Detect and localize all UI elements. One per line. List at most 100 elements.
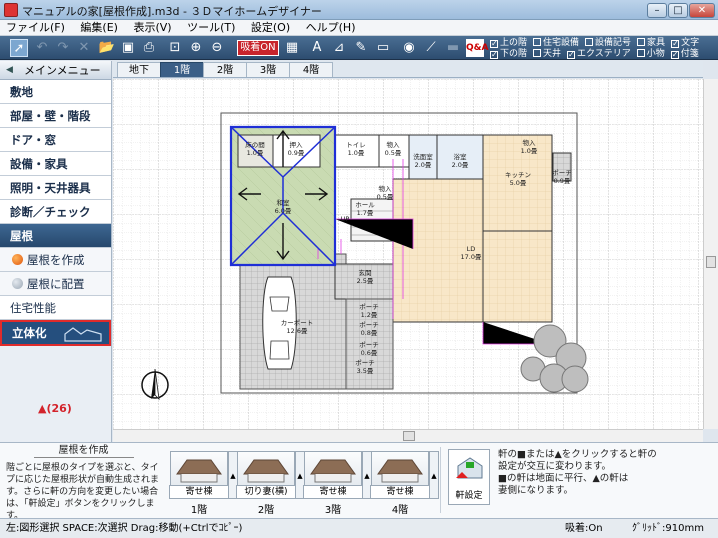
menu-view[interactable]: 表示(V)	[127, 20, 177, 36]
main-menu-header[interactable]: ◀ メインメニュー	[0, 61, 111, 80]
checkbox-box[interactable]: ✓	[490, 40, 498, 48]
tab-2f[interactable]: 2階	[203, 62, 247, 77]
dimension-icon[interactable]: ⊿	[330, 39, 348, 57]
sidebar-item-place-on-roof[interactable]: 屋根に配置	[0, 272, 111, 296]
fit-view-icon[interactable]: ⊡	[166, 39, 184, 57]
layer-icon[interactable]: ▬	[444, 39, 462, 57]
save-icon[interactable]: ▣	[119, 39, 137, 57]
sidebar-item-doors-windows[interactable]: ドア・窓	[0, 128, 111, 152]
room-area: 1.0畳	[521, 147, 538, 155]
menu-file[interactable]: ファイル(F)	[0, 20, 71, 36]
collapse-arrow-icon[interactable]: ◀	[6, 61, 13, 80]
sidebar-item-roof[interactable]: 屋根	[0, 224, 111, 248]
sidebar-item-equipment-furniture[interactable]: 設備・家具	[0, 152, 111, 176]
sidebar-item-lighting[interactable]: 照明・天井器具	[0, 176, 111, 200]
sidebar-item-housing-performance[interactable]: 住宅性能	[0, 296, 111, 320]
option-checkbox[interactable]: ✓ 文字	[671, 38, 699, 48]
checkbox-box[interactable]	[637, 38, 646, 46]
option-label: 文字	[681, 38, 700, 48]
tab-4f[interactable]: 4階	[289, 62, 333, 77]
room-area: 17.0畳	[461, 253, 482, 261]
room-area: 2.0畳	[452, 161, 469, 169]
zoom-out-icon[interactable]: ⊖	[208, 39, 226, 57]
grid-icon[interactable]: ▦	[283, 39, 301, 57]
vertical-scroll-thumb[interactable]	[706, 256, 716, 268]
maximize-button[interactable]: □	[668, 3, 688, 18]
checkbox-box[interactable]	[533, 38, 542, 46]
floor-plan-canvas[interactable]: 床の間 1.0畳 押入 0.9畳 和室 6.0畳 トイレ 1.0畳 物入 0.5畳 洗面室…	[113, 79, 703, 429]
checkbox-box[interactable]	[585, 38, 594, 46]
status-hint: 左:図形選択 SPACE:次選択 Drag:移動(+Ctrlでｺﾋﾟｰ)	[6, 523, 243, 534]
room-area: 2.5畳	[357, 277, 374, 285]
option-label: 付箋	[680, 49, 699, 59]
room-area: 1.0畳	[348, 149, 365, 157]
checkbox-box[interactable]: ✓	[670, 51, 679, 59]
horizontal-scroll-thumb[interactable]	[403, 431, 415, 441]
close-button[interactable]: ✕	[689, 3, 715, 18]
checkbox-box[interactable]: ✓	[671, 40, 680, 48]
vertical-scrollbar[interactable]	[703, 79, 718, 429]
select-arrow-icon[interactable]: ➚	[10, 39, 28, 57]
roof-type-label: 寄せ棟	[303, 485, 363, 499]
stairs-up-label: UP	[341, 215, 350, 223]
qa-icon[interactable]: Q&A	[466, 39, 488, 57]
floor-plan[interactable]: 床の間1.0畳 押入0.9畳 和室6.0畳 トイレ1.0畳 物入0.5畳 洗面室…	[113, 79, 703, 429]
sidebar-item-site[interactable]: 敷地	[0, 80, 111, 104]
eaves-button-label: 軒設定	[455, 491, 483, 501]
minimize-button[interactable]: –	[647, 3, 667, 18]
option-checkbox[interactable]: ✓ 上の階	[490, 38, 527, 48]
room-label: カーポート	[281, 319, 314, 327]
house-outline-icon	[64, 327, 102, 342]
option-checkbox[interactable]: 小物	[636, 49, 665, 59]
roof-type-dropdown-icon[interactable]: ▲	[429, 451, 439, 499]
measure-icon[interactable]: ⟋	[422, 39, 440, 57]
menu-settings[interactable]: 設定(O)	[245, 20, 296, 36]
text-icon[interactable]: A	[308, 39, 326, 57]
option-checkbox[interactable]: 天井	[533, 49, 561, 59]
tab-basement[interactable]: 地下	[117, 62, 161, 77]
sidebar-item-rooms-walls-stairs[interactable]: 部屋・壁・階段	[0, 104, 111, 128]
room-area: 3.5畳	[357, 367, 374, 375]
option-label: エクステリア	[577, 49, 631, 59]
undo-icon[interactable]: ↶	[33, 39, 51, 57]
menu-tools[interactable]: ツール(T)	[181, 20, 241, 36]
option-checkbox[interactable]: 設備記号	[585, 38, 631, 48]
room-label: キッチン	[505, 171, 531, 179]
roof-preview-icon	[243, 459, 289, 483]
option-checkbox[interactable]: ✓ 付箋	[670, 49, 699, 59]
sidebar-item-diagnosis[interactable]: 診断／チェック	[0, 200, 111, 224]
sidebar-item-3d[interactable]: 立体化	[0, 320, 111, 346]
menu-edit[interactable]: 編集(E)	[74, 20, 124, 36]
eaves-note-line: 妻側になります。	[498, 485, 574, 496]
room-label: ポーチ	[359, 341, 379, 349]
roof-type-label: 切り妻(横)	[236, 485, 296, 499]
option-checkbox[interactable]: 住宅設備	[533, 38, 579, 48]
room-label: ポーチ	[359, 321, 379, 329]
annotation-26: ▲(26)	[38, 402, 72, 415]
checkbox-box[interactable]: ✓	[490, 51, 498, 59]
checkbox-box[interactable]	[636, 49, 645, 57]
option-checkbox[interactable]: ✓ 下の階	[490, 49, 527, 59]
tab-3f[interactable]: 3階	[246, 62, 290, 77]
checkbox-box[interactable]: ✓	[567, 51, 576, 59]
status-grid: ｸﾞﾘｯﾄﾞ:910mm	[632, 523, 704, 534]
room-label: LD	[467, 245, 476, 253]
memo-icon[interactable]: ▭	[374, 39, 392, 57]
print-icon[interactable]: ⎙	[140, 39, 158, 57]
eaves-settings-button[interactable]: 軒設定	[448, 449, 490, 505]
pen-icon[interactable]: ✎	[352, 39, 370, 57]
delete-icon[interactable]: ✕	[75, 39, 93, 57]
3d-label: 立体化	[12, 326, 47, 340]
open-folder-icon[interactable]: 📂	[98, 39, 116, 57]
tab-1f[interactable]: 1階	[160, 62, 204, 77]
menu-help[interactable]: ヘルプ(H)	[300, 20, 362, 36]
zoom-in-icon[interactable]: ⊕	[187, 39, 205, 57]
horizontal-scrollbar[interactable]	[113, 429, 703, 442]
redo-icon[interactable]: ↷	[54, 39, 72, 57]
snap-toggle-button[interactable]: 吸着ON	[237, 40, 279, 56]
compass-icon[interactable]: ◉	[400, 39, 418, 57]
option-checkbox[interactable]: ✓ エクステリア	[567, 49, 631, 59]
sidebar-item-create-roof[interactable]: 屋根を作成	[0, 248, 111, 272]
option-checkbox[interactable]: 家具	[637, 38, 665, 48]
checkbox-box[interactable]	[533, 49, 542, 57]
